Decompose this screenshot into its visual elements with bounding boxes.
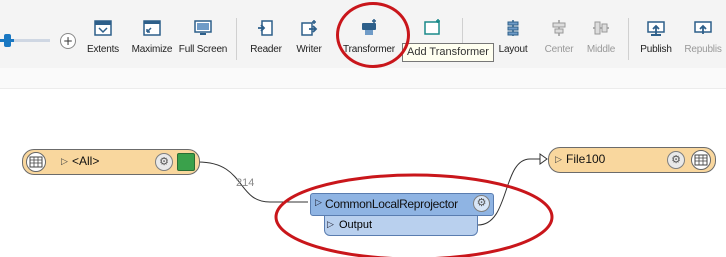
toolbar-separator xyxy=(236,18,237,60)
writer-node-name: File100 xyxy=(566,152,606,166)
reader-node[interactable]: ▷ <All> ⚙ xyxy=(22,149,200,175)
extents-icon xyxy=(94,20,112,36)
toolbar-lower-strip xyxy=(0,68,726,89)
middle-label: Middle xyxy=(586,44,616,55)
writer-gear-icon[interactable]: ⚙ xyxy=(667,151,685,169)
writer-label: Writer xyxy=(296,44,322,55)
toolbar: + Extents Maximize Full Screen Reader Wr… xyxy=(0,0,726,89)
publish-icon xyxy=(647,21,665,36)
play-arrow-icon: ▷ xyxy=(61,156,68,166)
full-screen-icon xyxy=(194,20,212,35)
writer-node[interactable]: ▷ File100 ⚙ xyxy=(548,147,716,173)
reader-icon xyxy=(258,20,273,36)
full-screen-label: Full Screen xyxy=(178,44,228,55)
layout-button[interactable]: Layout xyxy=(490,18,536,64)
transformer-gear-icon[interactable]: ⚙ xyxy=(473,195,490,212)
center-button[interactable]: Center xyxy=(540,18,578,64)
writer-icon xyxy=(301,20,318,36)
full-screen-button[interactable]: Full Screen xyxy=(178,18,228,64)
output-port-label: Output xyxy=(339,219,373,231)
republish-icon xyxy=(694,21,712,34)
play-arrow-icon: ▷ xyxy=(315,197,322,207)
transformer-output-port[interactable]: ▷ Output xyxy=(324,215,478,236)
publish-button[interactable]: Publish xyxy=(636,18,676,64)
reader-badge-icon xyxy=(26,152,46,172)
layout-icon xyxy=(507,20,519,36)
reader-label: Reader xyxy=(250,44,282,55)
feature-count-label: 214 xyxy=(236,177,255,189)
inspect-icon[interactable] xyxy=(177,153,195,171)
writer-badge-icon xyxy=(691,150,711,170)
publish-label: Publish xyxy=(640,44,672,55)
workspace-canvas[interactable]: 214 ▷ <All> ⚙ ▷ CommonLocalReprojector ⚙… xyxy=(0,89,726,257)
transformer-node-name: CommonLocalReprojector xyxy=(325,197,458,211)
center-icon xyxy=(552,20,566,36)
zoom-in-icon[interactable]: + xyxy=(60,33,76,49)
play-arrow-icon: ▷ xyxy=(555,154,562,164)
maximize-label: Maximize xyxy=(131,44,173,55)
reader-gear-icon[interactable]: ⚙ xyxy=(155,153,173,171)
extents-label: Extents xyxy=(87,44,119,55)
annotation-icon xyxy=(424,19,440,35)
layout-label: Layout xyxy=(498,44,528,55)
transformer-node[interactable]: ▷ CommonLocalReprojector ⚙ xyxy=(310,193,494,216)
add-transformer-tooltip: Add Transformer xyxy=(402,43,494,62)
output-arrow-icon: ▷ xyxy=(327,219,334,229)
writer-input-arrow xyxy=(539,153,548,165)
center-label: Center xyxy=(544,44,574,55)
republish-label: Republis xyxy=(684,44,722,55)
maximize-button[interactable]: Maximize xyxy=(128,18,176,64)
maximize-icon xyxy=(143,20,161,36)
zoom-slider-handle[interactable] xyxy=(4,34,11,47)
republish-button[interactable]: Republis xyxy=(680,18,726,64)
reader-node-name: <All> xyxy=(72,154,100,168)
reader-button[interactable]: Reader xyxy=(246,18,286,64)
writer-button[interactable]: Writer xyxy=(290,18,328,64)
middle-icon xyxy=(593,21,609,35)
middle-button[interactable]: Middle xyxy=(582,18,620,64)
transformer-highlight-circle xyxy=(336,2,410,68)
toolbar-separator xyxy=(628,18,629,60)
extents-button[interactable]: Extents xyxy=(80,18,126,64)
